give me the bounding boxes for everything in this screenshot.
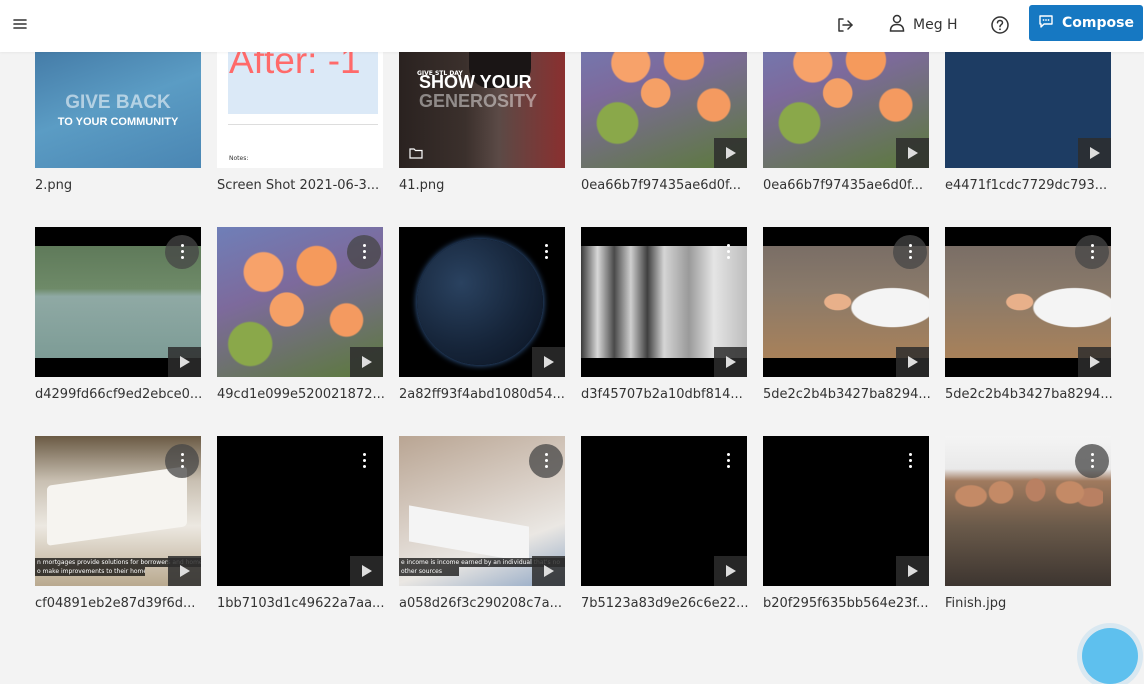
- more-options-icon[interactable]: [165, 444, 199, 478]
- video-caption: other sources: [399, 567, 459, 576]
- media-thumbnail[interactable]: [217, 436, 383, 586]
- play-icon[interactable]: [1078, 347, 1111, 377]
- file-name: 1bb7103d1c49622a7aa...: [217, 596, 385, 611]
- calculator-paperwork-image: [409, 505, 529, 563]
- media-thumbnail[interactable]: e income is income earned by an individu…: [399, 436, 565, 586]
- file-name: cf04891eb2e87d39f6d...: [35, 596, 196, 611]
- compose-label: Compose: [1062, 15, 1134, 31]
- chat-bubble-icon: [1038, 13, 1054, 33]
- media-thumbnail[interactable]: n mortgages provide solutions for borrow…: [35, 436, 201, 586]
- thumb-subhead: TO YOUR COMMUNITY: [57, 116, 179, 128]
- thumb-headline: GIVE BACK: [65, 92, 171, 113]
- chat-fab-icon[interactable]: [1082, 628, 1138, 684]
- file-name: 5de2c2b4b3427ba8294...: [763, 387, 931, 402]
- thumb-notes-label: Notes:: [229, 155, 249, 162]
- play-icon[interactable]: [168, 347, 201, 377]
- earth-image: [417, 239, 543, 365]
- play-icon[interactable]: [1078, 138, 1111, 168]
- user-menu-button[interactable]: Meg H: [889, 12, 958, 38]
- file-name: d3f45707b2a10dbf814...: [581, 387, 743, 402]
- thumb-headline: SHOW YOUR: [419, 72, 532, 92]
- more-options-icon[interactable]: [529, 235, 563, 269]
- compose-button[interactable]: Compose: [1029, 5, 1143, 41]
- more-options-icon[interactable]: [711, 235, 745, 269]
- user-name: Meg H: [913, 17, 958, 33]
- media-thumbnail[interactable]: [763, 436, 929, 586]
- more-options-icon[interactable]: [1075, 444, 1109, 478]
- play-icon[interactable]: [532, 556, 565, 586]
- play-icon[interactable]: [714, 347, 747, 377]
- file-name: e4471f1cdc7729dc793...: [945, 178, 1108, 193]
- thumb-subhead: GENEROSITY: [419, 91, 538, 111]
- play-icon[interactable]: [350, 347, 383, 377]
- play-icon[interactable]: [896, 138, 929, 168]
- media-thumbnail[interactable]: [581, 227, 747, 377]
- play-icon[interactable]: [532, 347, 565, 377]
- media-thumbnail[interactable]: [945, 436, 1111, 586]
- media-thumbnail[interactable]: [581, 436, 747, 586]
- file-name: 0ea66b7f97435ae6d0f...: [581, 178, 742, 193]
- help-circle-icon[interactable]: [987, 12, 1013, 38]
- play-icon[interactable]: [714, 138, 747, 168]
- file-name: 5de2c2b4b3427ba8294...: [945, 387, 1113, 402]
- more-options-icon[interactable]: [347, 444, 381, 478]
- file-name: Screen Shot 2021-06-3...: [217, 178, 380, 193]
- file-name: Finish.jpg: [945, 596, 1007, 611]
- divider: [228, 124, 378, 125]
- file-name: 2.png: [35, 178, 73, 193]
- open-book-image: [47, 466, 187, 546]
- play-icon[interactable]: [714, 556, 747, 586]
- file-name: 41.png: [399, 178, 445, 193]
- play-icon[interactable]: [350, 556, 383, 586]
- media-thumbnail[interactable]: [217, 227, 383, 377]
- more-options-icon[interactable]: [893, 444, 927, 478]
- more-options-icon[interactable]: [529, 444, 563, 478]
- more-options-icon[interactable]: [1075, 235, 1109, 269]
- file-name: a058d26f3c290208c7a...: [399, 596, 562, 611]
- video-caption: o make improvements to their home: [35, 567, 145, 576]
- file-name: 2a82ff93f4abd1080d54...: [399, 387, 565, 402]
- folder-icon: [409, 144, 423, 163]
- group-photo-image: [953, 466, 1103, 586]
- more-options-icon[interactable]: [711, 444, 745, 478]
- play-icon[interactable]: [168, 556, 201, 586]
- media-thumbnail[interactable]: [945, 227, 1111, 377]
- media-thumbnail[interactable]: [763, 227, 929, 377]
- file-name: b20f295f635bb564e23f...: [763, 596, 929, 611]
- media-thumbnail[interactable]: [399, 227, 565, 377]
- more-options-icon[interactable]: [347, 235, 381, 269]
- logout-icon[interactable]: [832, 12, 858, 38]
- user-icon: [889, 14, 905, 36]
- file-name: 0ea66b7f97435ae6d0f...: [763, 178, 924, 193]
- more-options-icon[interactable]: [893, 235, 927, 269]
- more-options-icon[interactable]: [165, 235, 199, 269]
- file-name: d4299fd66cf9ed2ebce0...: [35, 387, 203, 402]
- media-thumbnail[interactable]: [35, 227, 201, 377]
- top-bar: Meg H Compose: [0, 0, 1144, 52]
- file-name: 7b5123a83d9e26c6e22...: [581, 596, 749, 611]
- play-icon[interactable]: [896, 556, 929, 586]
- file-name: 49cd1e099e520021872...: [217, 387, 385, 402]
- play-icon[interactable]: [896, 347, 929, 377]
- hamburger-menu-icon[interactable]: [11, 15, 29, 33]
